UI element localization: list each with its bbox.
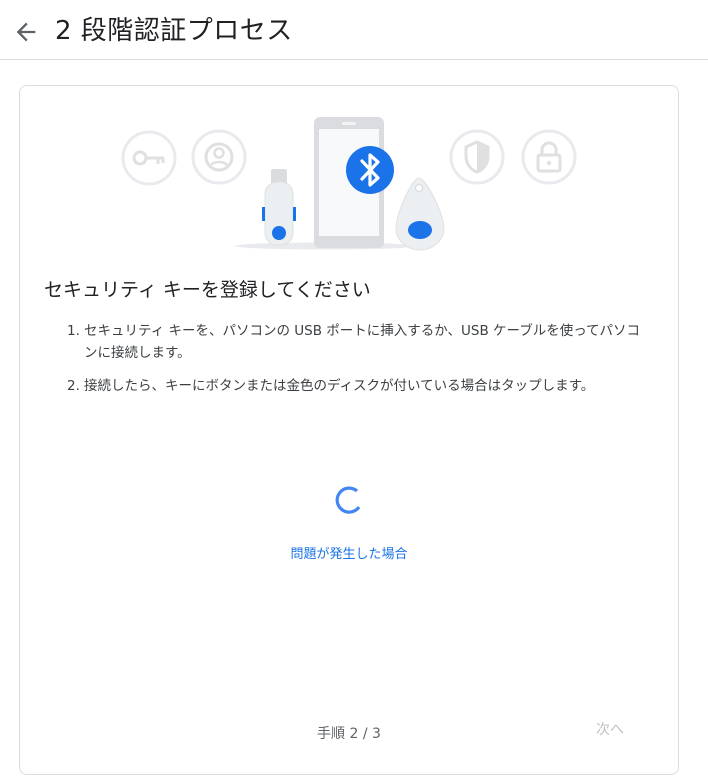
step-text: セキュリティ キーを、パソコンの USB ポートに挿入するか、USB ケーブルを…: [84, 323, 641, 361]
page-title: 2 段階認証プロセス: [55, 16, 293, 46]
top-bar: 2 段階認証プロセス: [0, 0, 708, 60]
bluetooth-icon: [346, 146, 394, 194]
security-key-card: セキュリティ キーを登録してください 1. セキュリティ キーを、パソコンの U…: [19, 85, 679, 775]
instruction-list: 1. セキュリティ キーを、パソコンの USB ポートに挿入するか、USB ケー…: [67, 320, 647, 408]
security-key-illustration: [121, 117, 577, 251]
arrow-left-icon: [16, 22, 36, 42]
step-text: 接続したら、キーにボタンまたは金色のディスクが付いている場合はタップします。: [84, 378, 595, 394]
usb-key-icon: [262, 169, 296, 246]
help-link[interactable]: 問題が発生した場合: [20, 543, 678, 562]
lock-icon: [521, 129, 577, 185]
shield-icon: [449, 129, 505, 185]
key-icon: [121, 130, 177, 186]
instruction-step: 2. 接続したら、キーにボタンまたは金色のディスクが付いている場合はタップします…: [67, 375, 647, 397]
step-number: 2.: [67, 378, 80, 394]
account-icon: [191, 129, 247, 185]
back-button[interactable]: [12, 18, 40, 46]
next-button[interactable]: 次へ: [576, 712, 644, 748]
instruction-step: 1. セキュリティ キーを、パソコンの USB ポートに挿入するか、USB ケー…: [67, 320, 647, 364]
card-heading: セキュリティ キーを登録してください: [44, 279, 371, 301]
step-number: 1.: [67, 323, 80, 339]
loading-spinner-icon: [335, 486, 361, 514]
key-fob-icon: [395, 177, 445, 251]
